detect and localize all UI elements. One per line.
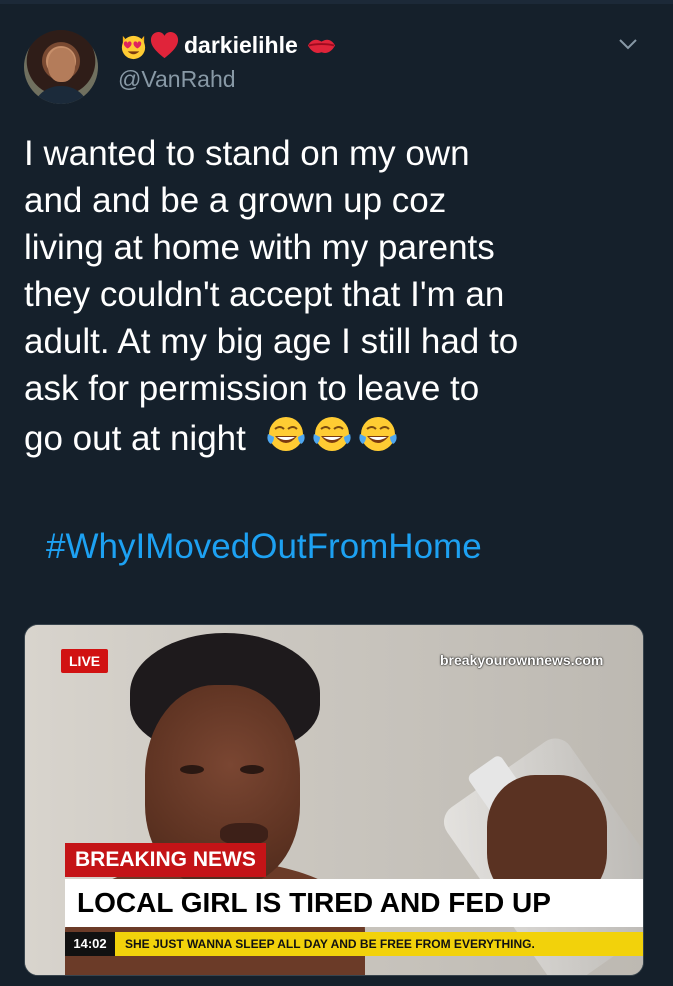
- news-headline: LOCAL GIRL IS TIRED AND FED UP: [65, 879, 643, 927]
- avatar[interactable]: [24, 30, 98, 104]
- news-time: 14:02: [65, 932, 115, 956]
- author-name-row[interactable]: darkielihle: [118, 26, 337, 64]
- photo-right-eye: [240, 765, 264, 774]
- breaking-news-tag: BREAKING NEWS: [65, 843, 266, 877]
- heart-eyes-cat-icon: [118, 30, 149, 61]
- avatar-shirt: [32, 86, 90, 104]
- tweet-image[interactable]: LIVE breakyourownnews.com BREAKING NEWS …: [24, 624, 644, 976]
- tears-of-joy-icon: [359, 417, 397, 451]
- photo-left-eye: [180, 765, 204, 774]
- tears-of-joy-icon: [267, 417, 305, 451]
- live-badge: LIVE: [61, 649, 109, 673]
- watermark: breakyourownnews.com: [440, 652, 604, 668]
- tears-of-joy-icon: [313, 417, 351, 451]
- kiss-lips-icon: [306, 30, 337, 61]
- emoji-row: [264, 412, 400, 456]
- red-heart-icon: [149, 30, 180, 61]
- tweet[interactable]: darkielihle @VanRahd I wanted to stand o…: [0, 4, 673, 986]
- tweet-text: I wanted to stand on my own and and be a…: [24, 130, 656, 462]
- chevron-down-icon[interactable]: [616, 32, 640, 56]
- avatar-face: [48, 48, 75, 82]
- hashtag-link[interactable]: #WhyIMovedOutFromHome: [46, 527, 482, 567]
- tweet-body: I wanted to stand on my own and and be a…: [24, 134, 519, 458]
- news-ticker: SHE JUST WANNA SLEEP ALL DAY AND BE FREE…: [115, 932, 643, 956]
- photo-lips: [220, 823, 268, 845]
- author-display-name[interactable]: darkielihle: [184, 32, 298, 59]
- author-handle[interactable]: @VanRahd: [118, 66, 236, 93]
